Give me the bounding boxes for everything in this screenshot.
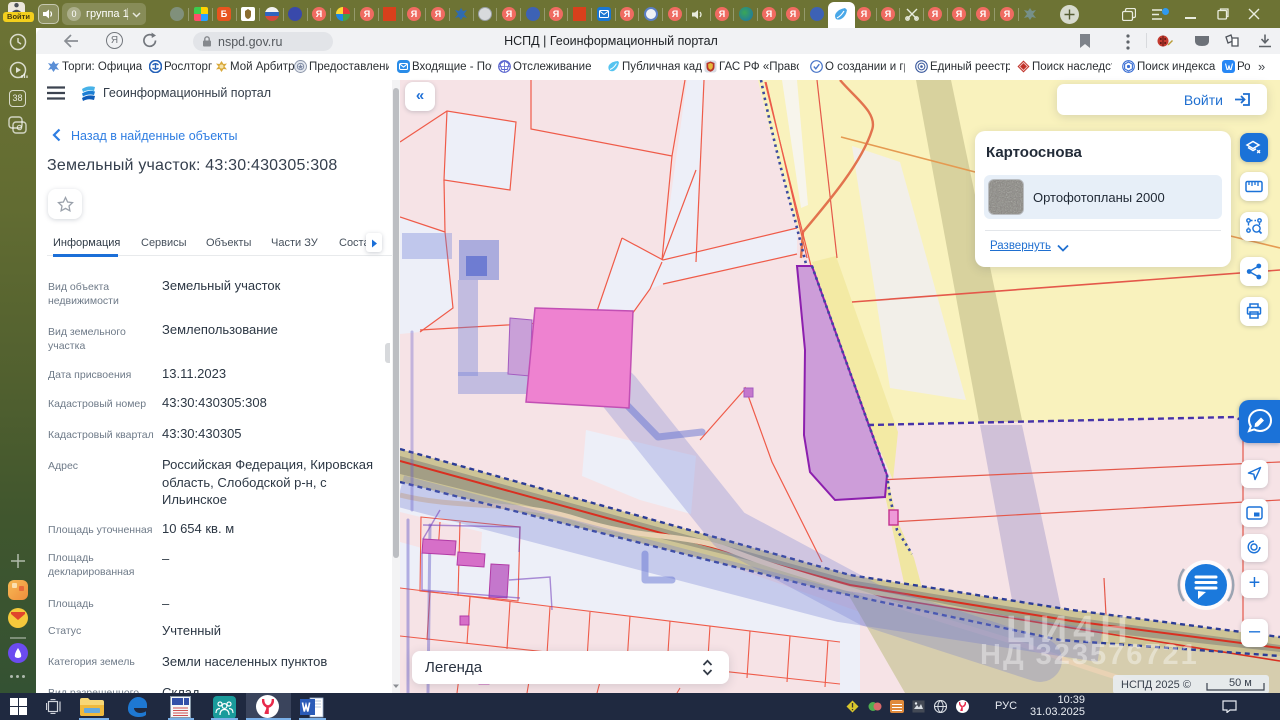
svg-text:НД 323576721: НД 323576721 — [980, 639, 1199, 671]
svg-text:50 м: 50 м — [1229, 677, 1252, 689]
